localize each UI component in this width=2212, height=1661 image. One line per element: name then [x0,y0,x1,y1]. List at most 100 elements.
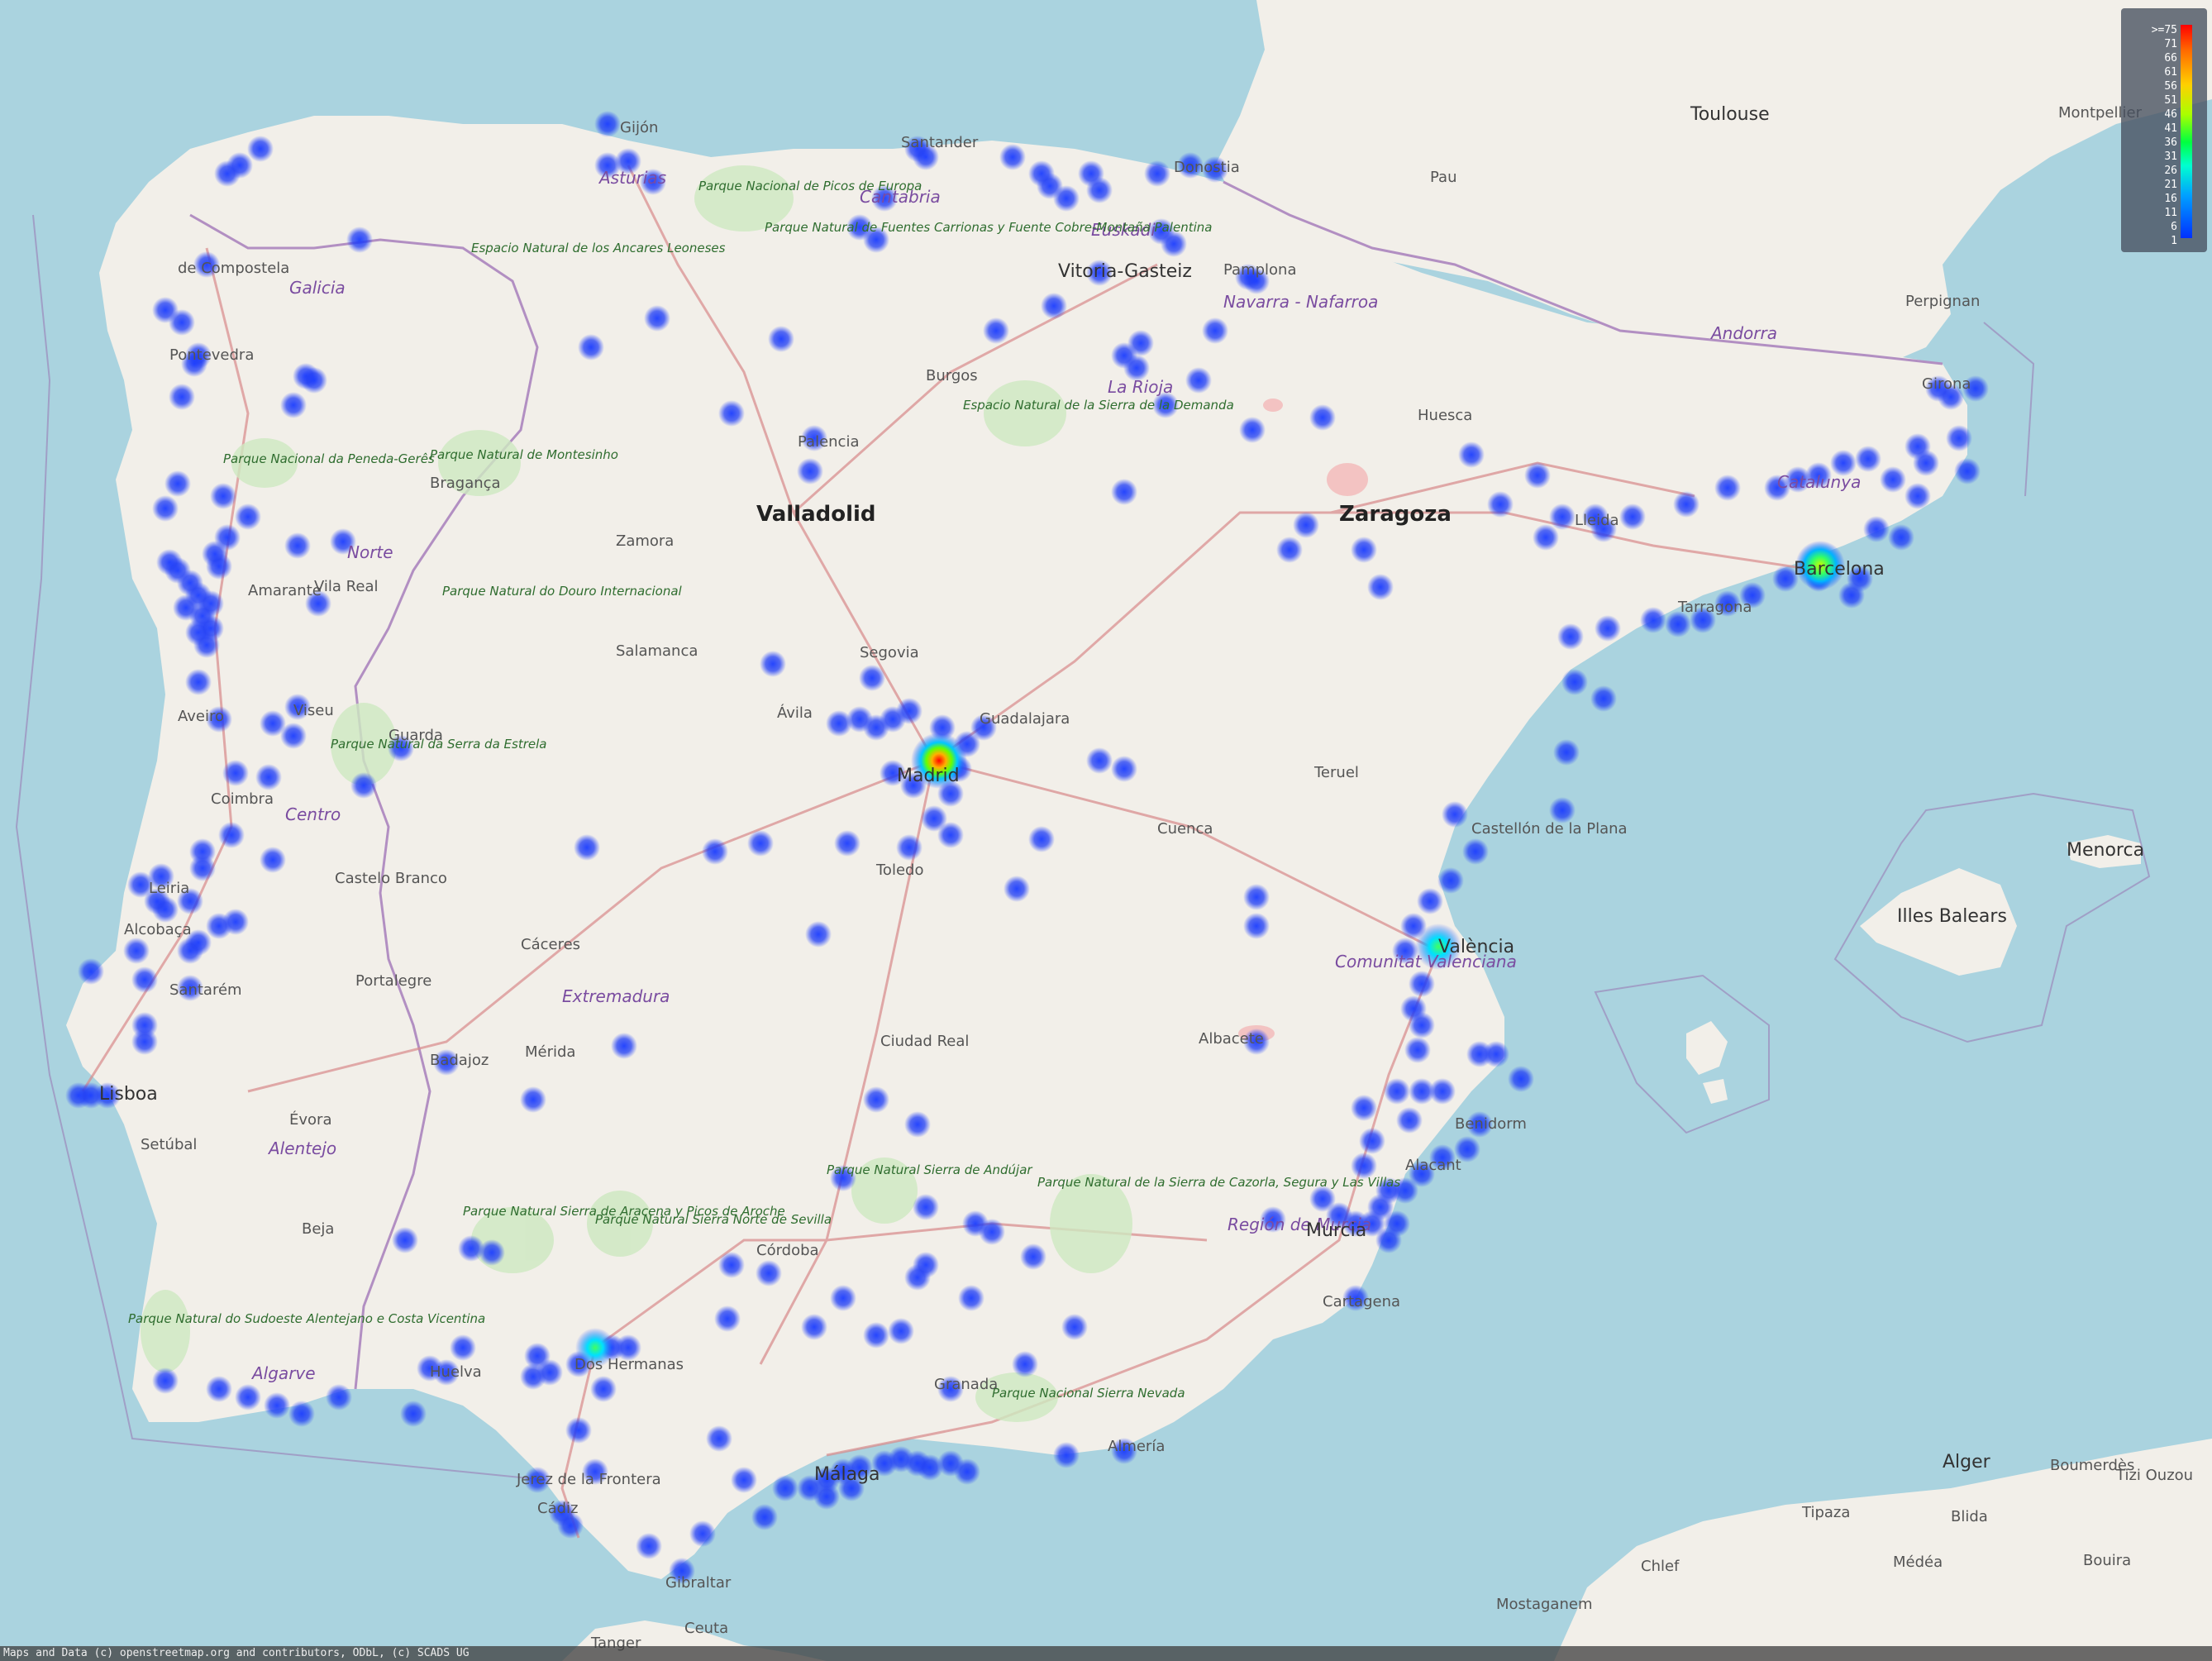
heat-point [958,1285,984,1311]
park-andujar: Parque Natural Sierra de Andújar [827,1162,1032,1177]
heat-point [1619,504,1646,530]
heatmap-legend: >=75 71 66 61 56 51 46 41 36 31 26 21 16 11 6 1 [2121,8,2207,252]
heat-point [797,458,823,484]
city-caceres: Cáceres [521,936,580,953]
legend-ticks: >=75 71 66 61 56 51 46 41 36 31 26 21 16 11 6 1 [2126,18,2177,246]
heat-point [731,1467,757,1493]
heat-point [1524,462,1551,489]
heat-point [1202,317,1228,344]
heat-point [123,938,150,964]
heat-point [1409,971,1435,997]
heat-point [1533,524,1559,551]
region-asturias: Asturias [598,168,666,188]
city-burgos: Burgos [926,367,978,384]
heat-point [1384,1078,1410,1105]
heat-point [1061,1314,1088,1340]
city-madrid: Madrid [897,766,960,786]
city-avila: Ávila [777,704,813,722]
city-santander: Santander [901,134,979,151]
park-cazorla: Parque Natural de la Sierra de Cazorla, … [1037,1175,1400,1190]
heat-point [1086,177,1113,203]
heat-point [772,1475,799,1501]
heat-point [1888,524,1914,551]
heat-point [644,305,670,332]
heat-point [1863,516,1890,542]
park-ancares: Espacio Natural de los Ancares Leoneses [471,241,726,255]
city-cadiz: Cádiz [537,1500,578,1517]
city-blida: Blida [1951,1508,1988,1525]
city-tipaza: Tipaza [1801,1504,1850,1521]
city-toledo: Toledo [875,862,923,879]
city-alger: Alger [1943,1452,1991,1472]
heat-point [706,1425,732,1452]
heat-point [921,805,947,832]
legend-tick: 51 [2164,94,2177,107]
city-amarante: Amarante [248,582,322,599]
region-la-rioja: La Rioja [1108,377,1173,397]
heat-point [1880,466,1906,493]
city-medea: Médéa [1893,1554,1943,1571]
city-toulouse: Toulouse [1690,104,1770,125]
heat-point [1144,160,1170,187]
legend-tick: 31 [2164,150,2177,163]
heat-point [222,760,249,786]
city-tarragona: Tarragona [1677,599,1752,616]
heat-point [962,1210,989,1237]
heat-point [1557,623,1584,650]
heat-point [913,1194,939,1220]
city-pau: Pau [1430,169,1456,186]
city-coimbra: Coimbra [211,790,274,808]
city-valladolid: Valladolid [756,502,876,527]
heat-point [1384,1210,1410,1237]
heat-point [1004,876,1030,902]
heat-point [1714,475,1741,501]
map-attribution: Maps and Data (c) openstreetmap.org and … [0,1646,2212,1661]
heat-point [888,1318,914,1344]
heat-point [210,483,236,509]
city-castellon: Castellón de la Plana [1471,820,1628,838]
legend-tick: 61 [2164,66,2177,79]
heat-point [747,830,774,857]
heat-point [954,1458,980,1485]
heat-point [288,1401,315,1427]
heat-point [768,326,794,352]
heat-point [264,1392,290,1419]
city-santiago: de Compostela [178,260,289,277]
heat-point [863,1086,889,1113]
heat-point [156,549,183,575]
city-teruel: Teruel [1313,764,1359,781]
heat-point [247,136,274,162]
legend-tick: 56 [2164,80,2177,93]
city-pontevedra: Pontevedra [169,346,254,364]
heat-point [206,1376,232,1402]
city-beja: Beja [302,1220,334,1238]
heat-point [1111,479,1137,505]
heat-point [859,665,885,691]
legend-tick: 1 [2171,235,2177,247]
heat-point [636,1533,662,1559]
heat-point [1483,1041,1509,1067]
heat-point [1946,425,1972,451]
map-canvas[interactable]: Toulouse Pau Montpellier Perpignan Andor… [0,0,2212,1661]
legend-tick: 46 [2164,108,2177,121]
heat-point [611,1033,637,1059]
heat-point [152,495,179,522]
city-barcelona: Barcelona [1794,559,1885,580]
city-alcobaca: Alcobaça [124,921,192,938]
region-algarve: Algarve [250,1363,316,1383]
city-gibraltar: Gibraltar [665,1574,732,1592]
city-malaga: Málaga [814,1464,880,1485]
city-aveiro: Aveiro [178,708,224,725]
heat-point [590,1376,617,1402]
legend-tick: 16 [2164,193,2177,205]
heat-point [1351,537,1377,563]
park-montesinho: Parque Natural de Montesinho [430,447,618,462]
map-view[interactable]: Toulouse Pau Montpellier Perpignan Andor… [0,0,2212,1661]
heat-point [1367,574,1394,600]
city-portalegre: Portalegre [355,972,431,990]
city-badajoz: Badajoz [430,1052,489,1069]
heat-point [1549,504,1576,530]
heat-point [565,1417,592,1444]
heat-point [1487,491,1514,518]
heat-point [202,541,228,567]
